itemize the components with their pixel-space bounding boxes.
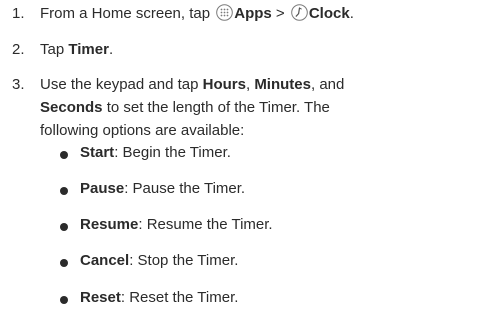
option-desc: : Begin the Timer.	[114, 144, 231, 161]
option-text: Reset: Reset the Timer.	[80, 289, 238, 306]
apps-grid-icon	[216, 4, 234, 21]
step-text: Tap Timer.	[40, 38, 465, 61]
step-number: 2.	[12, 41, 25, 58]
instruction-document: 1. From a Home screen, tap Apps > Clock.…	[0, 0, 478, 330]
minutes-label: Minutes	[254, 76, 311, 93]
clock-icon	[291, 4, 308, 21]
option-desc: : Stop the Timer.	[129, 252, 239, 269]
option-term: Resume	[80, 216, 139, 233]
option-term: Reset	[80, 289, 121, 306]
option-desc: : Resume the Timer.	[138, 216, 273, 233]
option-term: Start	[80, 144, 115, 161]
step-text: Use the keypad and tap Hours, Minutes, a…	[40, 73, 465, 142]
bullet-dot	[60, 259, 68, 267]
step-text-part: .	[108, 41, 114, 58]
option-text: Start: Begin the Timer.	[80, 144, 231, 161]
step-text-part: to set the length of the Timer. The	[102, 99, 330, 116]
step-text-part: Tap	[40, 41, 69, 58]
apps-label: Apps	[234, 5, 272, 22]
bullet-dot	[60, 296, 68, 304]
option-text: Pause: Pause the Timer.	[80, 180, 245, 197]
step-text-part: , and	[310, 76, 345, 93]
bullet-dot	[60, 151, 68, 159]
option-desc: : Pause the Timer.	[124, 180, 246, 197]
step-text-part: Use the keypad and tap	[40, 76, 203, 93]
option-text: Resume: Resume the Timer.	[80, 216, 273, 233]
timer-label: Timer	[68, 41, 109, 58]
bullet-dot	[60, 187, 68, 195]
step-text-part: .	[349, 5, 354, 22]
step-line: Seconds to set the length of the Timer. …	[40, 96, 465, 119]
step-line: Use the keypad and tap Hours, Minutes, a…	[40, 73, 465, 96]
seconds-label: Seconds	[40, 99, 103, 116]
option-term: Pause	[80, 180, 125, 197]
step-text-part: From a Home screen, tap	[40, 5, 215, 22]
step-number: 3.	[12, 76, 25, 93]
clock-label: Clock	[308, 5, 350, 22]
option-term: Cancel	[80, 252, 130, 269]
step-line: following options are available:	[40, 122, 245, 139]
option-text: Cancel: Stop the Timer.	[80, 252, 238, 269]
option-desc: : Reset the Timer.	[120, 289, 239, 306]
step-number: 1.	[12, 5, 25, 22]
separator: >	[271, 5, 289, 22]
hours-label: Hours	[202, 76, 246, 93]
step-text: From a Home screen, tap Apps > Clock.	[40, 2, 465, 25]
bullet-dot	[60, 223, 68, 231]
